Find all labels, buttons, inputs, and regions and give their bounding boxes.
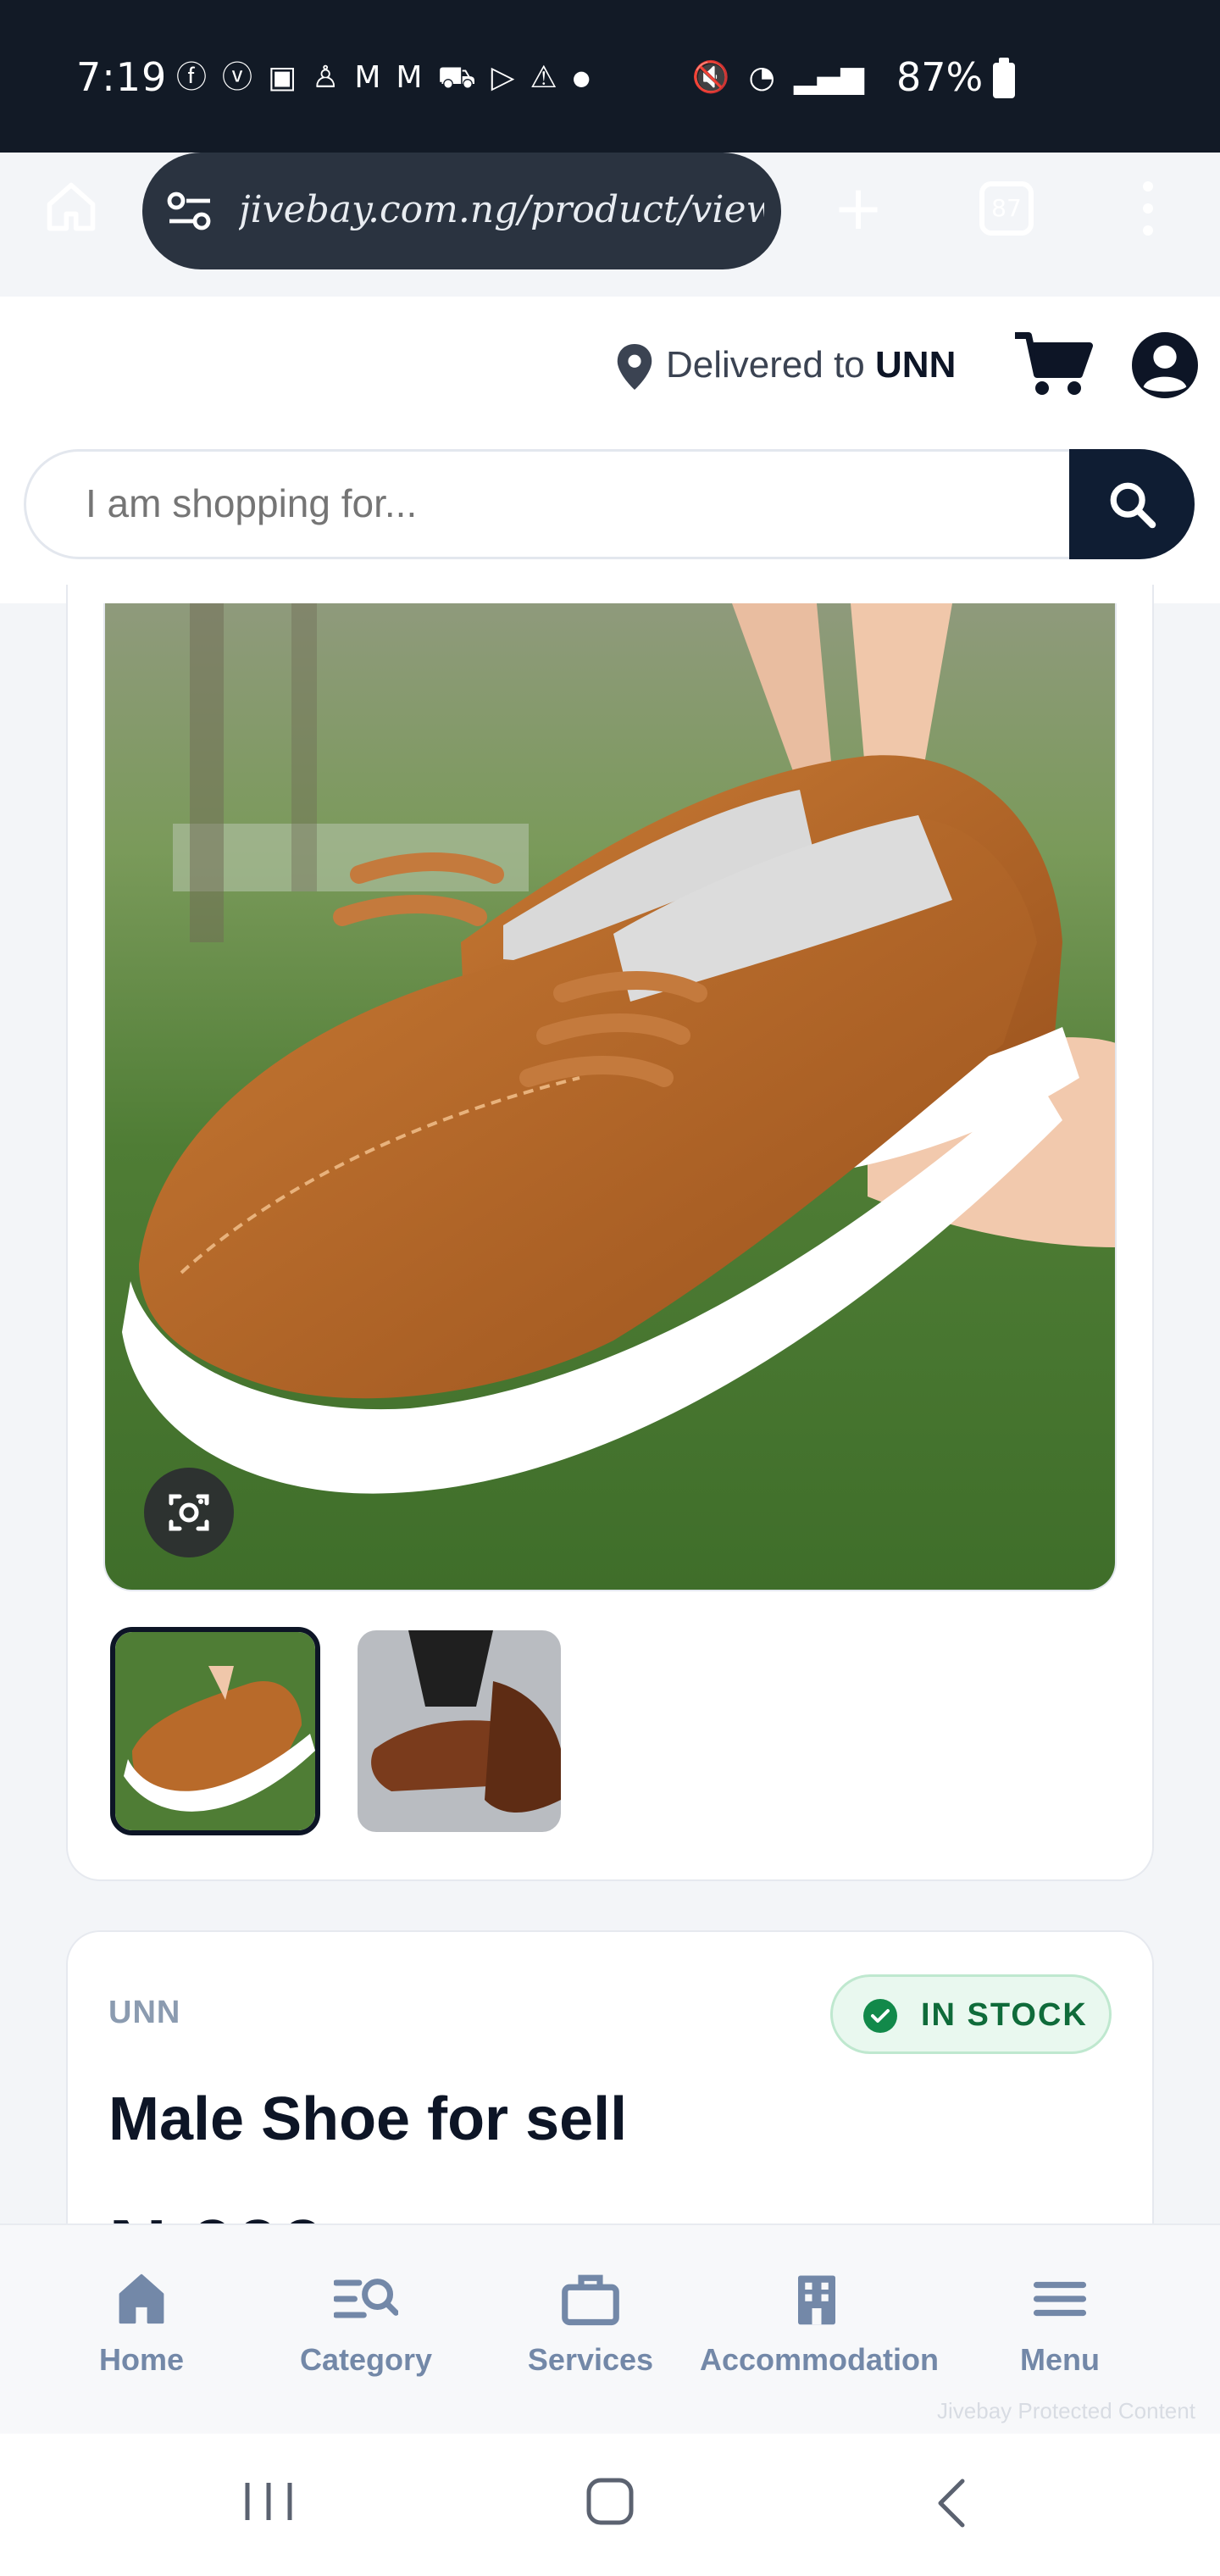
signal-icon: ▂▄▆ (793, 59, 864, 95)
search-icon (1110, 482, 1156, 529)
tab-switcher-button[interactable]: 87 (979, 181, 1034, 236)
back-icon[interactable] (932, 2476, 969, 2530)
search-bar (24, 449, 1195, 559)
product-location: UNN (108, 1995, 181, 2030)
site-settings-icon[interactable] (166, 190, 214, 232)
status-row: 7:19 ⓕ ⓥ ▣ ♙ M M ⛟ ▷ ⚠ ● 🔇 ◔ ▂▄▆ 87% (0, 53, 1220, 103)
stock-status-text: IN STOCK (921, 1997, 1088, 2033)
nav-menu[interactable]: Menu (1006, 2271, 1113, 2378)
search-button[interactable] (1069, 449, 1195, 559)
building-icon (798, 2275, 835, 2325)
briefcase-icon (562, 2274, 619, 2326)
delivered-prefix: Delivered to (666, 344, 876, 386)
product-thumbnail-2[interactable] (358, 1630, 561, 1832)
product-thumbnail-1[interactable] (110, 1627, 320, 1835)
battery-percent: 87% (896, 54, 984, 100)
delivery-location[interactable]: Delivered to UNN (666, 344, 956, 386)
category-search-icon (334, 2279, 398, 2318)
product-main-image[interactable] (103, 603, 1117, 1591)
user-account-icon[interactable] (1132, 332, 1198, 398)
delivered-location: UNN (875, 344, 957, 386)
nav-home[interactable]: Home (88, 2271, 195, 2378)
nav-accommodation-label: Accommodation (700, 2342, 940, 2377)
browser-home-icon[interactable] (42, 178, 100, 236)
lens-search-button[interactable] (144, 1468, 234, 1557)
url-text[interactable]: jivebay.com.ng/product/view.p (239, 188, 764, 231)
nav-category[interactable]: Category (298, 2271, 434, 2378)
warning-icon: ⚠ (530, 60, 557, 95)
nav-home-label: Home (98, 2342, 185, 2377)
nav-category-label: Category (299, 2342, 433, 2377)
nav-services[interactable]: Services (525, 2271, 656, 2378)
facebook-icon: ⓕ (176, 60, 208, 95)
stock-status-badge: IN STOCK (830, 1974, 1112, 2054)
nav-services-label: Services (527, 2342, 654, 2377)
hamburger-icon (1033, 2281, 1087, 2317)
cart-icon: ⛟ (437, 60, 476, 95)
search-input[interactable] (86, 480, 1018, 526)
recent-apps-icon[interactable] (241, 2476, 297, 2527)
gmail-icon: M (396, 60, 423, 95)
battery-icon (993, 58, 1015, 98)
app-icon: ♙ (312, 60, 340, 95)
watermark: Jivebay Protected Content (937, 2398, 1195, 2423)
nav-accommodation[interactable]: Accommodation (700, 2271, 940, 2378)
nav-menu-label: Menu (1020, 2342, 1100, 2377)
play-icon: ▷ (491, 60, 515, 95)
shop-icon: ▣ (268, 60, 297, 95)
gmail-icon: M (354, 60, 381, 95)
system-icons: 🔇 ◔ ▂▄▆ (691, 59, 864, 96)
location-pin-icon (617, 344, 652, 390)
home-button-icon[interactable] (585, 2476, 635, 2527)
system-navigation-bar (0, 2434, 1220, 2576)
product-title: Male Shoe for sell (108, 2085, 628, 2153)
camera-lens-icon (169, 1494, 209, 1531)
status-time: 7:19 (76, 54, 168, 100)
home-icon (119, 2273, 164, 2324)
dot-icon: ● (572, 66, 591, 90)
notification-icons: ⓕ ⓥ ▣ ♙ M M ⛟ ▷ ⚠ ● (176, 59, 591, 97)
vimeo-icon: ⓥ (222, 60, 253, 95)
new-tab-icon[interactable]: + (829, 177, 888, 238)
check-circle-icon (863, 1999, 897, 2033)
wifi-icon: ◔ (748, 59, 775, 95)
mute-icon: 🔇 (691, 60, 730, 95)
more-options-icon[interactable] (1135, 181, 1161, 239)
shopping-cart-icon[interactable] (1015, 330, 1093, 398)
